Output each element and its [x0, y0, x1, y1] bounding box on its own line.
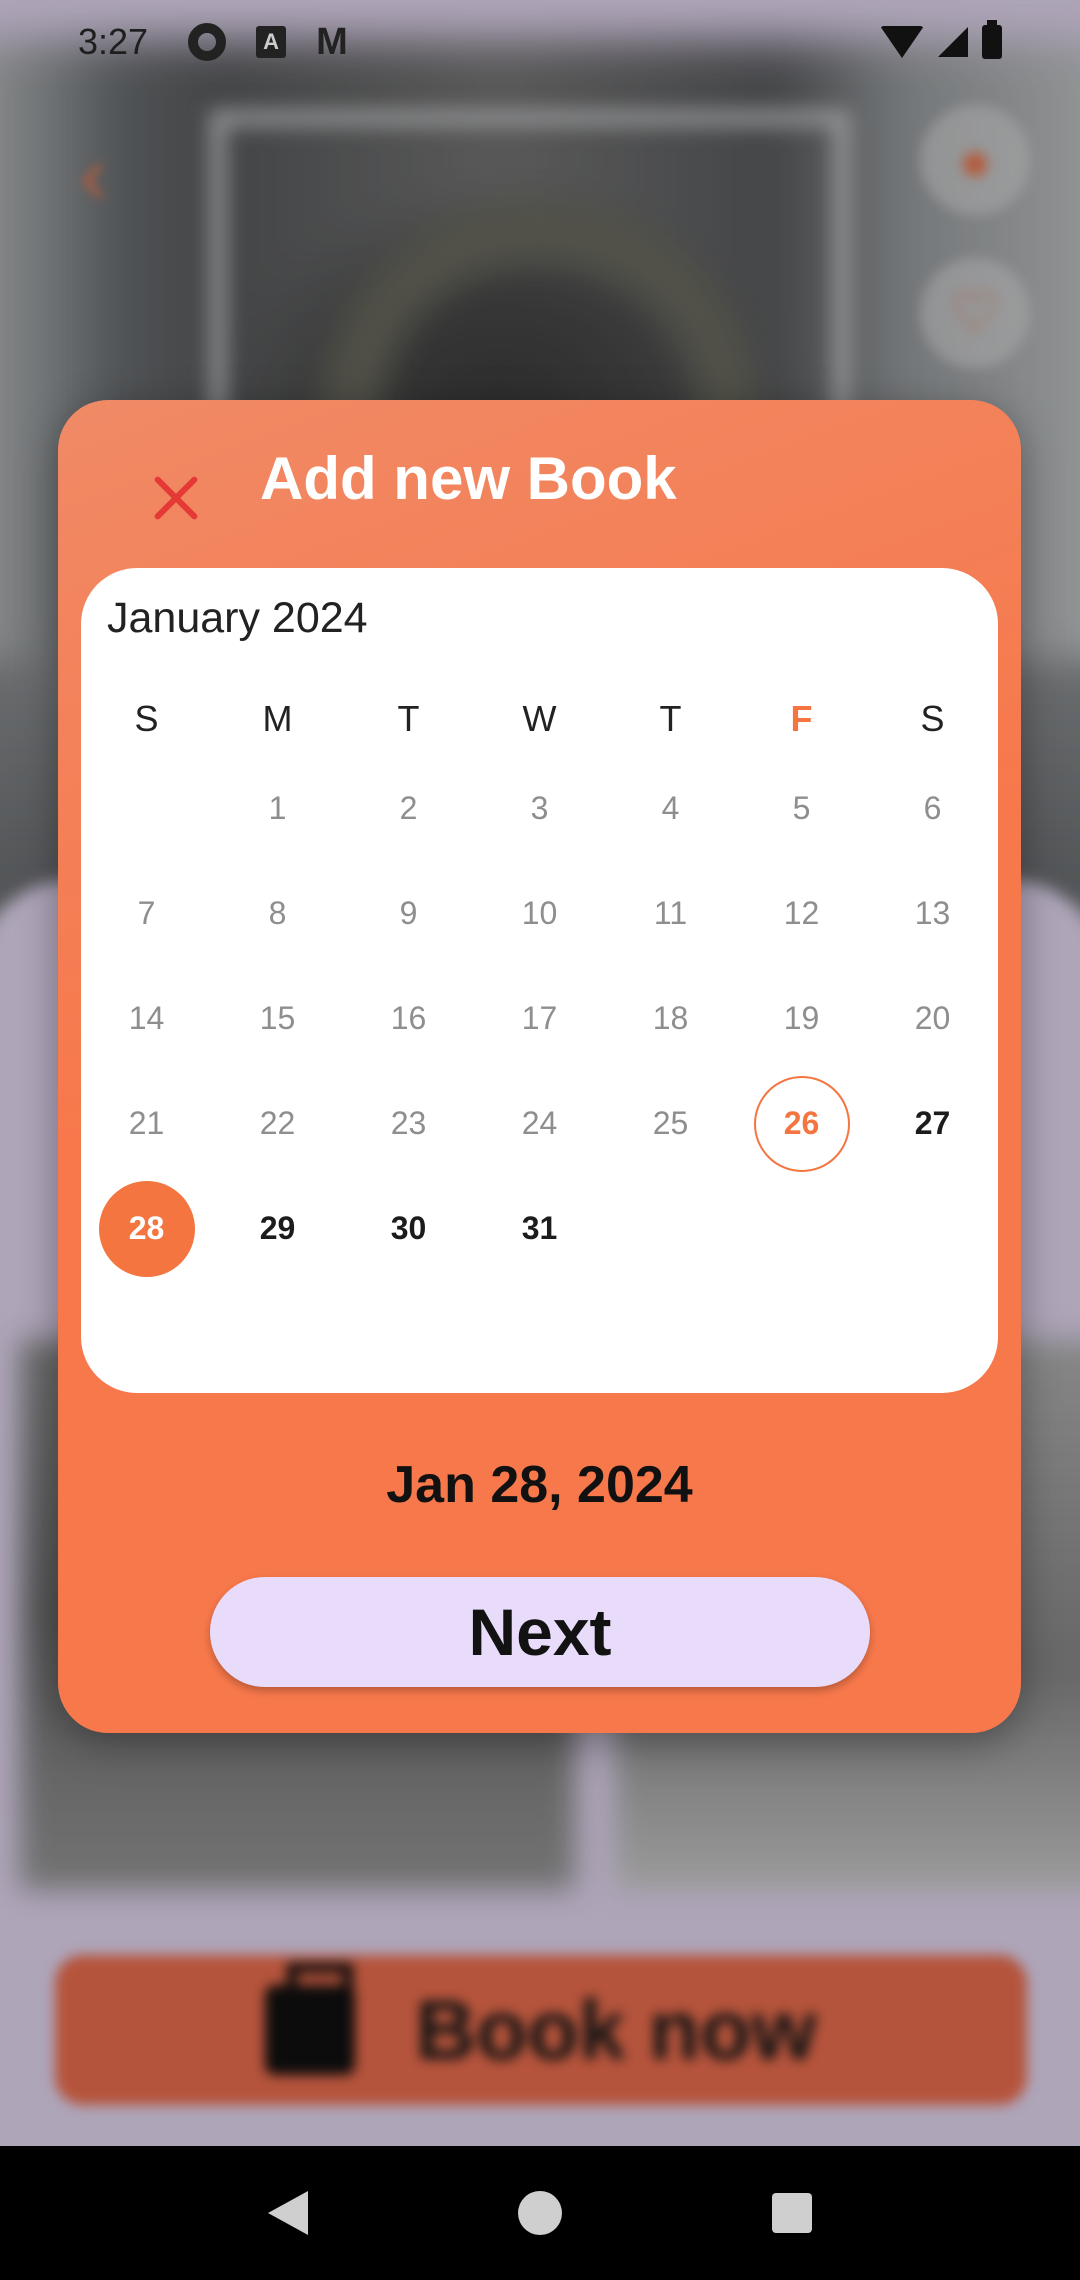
- calendar-day[interactable]: 21: [81, 1071, 212, 1176]
- calendar-week-row: 28 29 30 31: [81, 1176, 998, 1281]
- weekday-label: S: [134, 698, 159, 739]
- calendar-day-number: 21: [128, 1105, 165, 1141]
- weekday-label: W: [522, 698, 557, 739]
- nav-recents-icon[interactable]: [772, 2193, 812, 2233]
- calendar-day-number: 9: [399, 895, 418, 931]
- day-grid: 1 2 3 4 5 6 7 8 9 10 11 12 13 14 15 16 17 18 19 20 21 22 23 24 2…: [81, 756, 998, 1281]
- weekday-label: M: [262, 698, 293, 739]
- calendar-day-number: 13: [914, 895, 951, 931]
- calendar-day[interactable]: 20: [867, 966, 998, 1071]
- calendar-day[interactable]: 26: [736, 1071, 867, 1176]
- selected-date-label: Jan 28, 2024: [386, 1456, 693, 1514]
- calendar-day[interactable]: 16: [343, 966, 474, 1071]
- calendar-day-number: 20: [914, 1000, 951, 1036]
- calendar-day[interactable]: 5: [736, 756, 867, 861]
- calendar-day[interactable]: 25: [605, 1071, 736, 1176]
- calendar-day-selected[interactable]: 28: [81, 1176, 212, 1281]
- calendar-day-number: 30: [390, 1210, 427, 1246]
- calendar-day-number: 5: [792, 790, 811, 826]
- calendar-day[interactable]: 19: [736, 966, 867, 1071]
- calendar-day-number: 27: [914, 1105, 951, 1141]
- calendar: January 2024 SMTWTFS 1 2 3 4 5 6 7 8 9 10 11 12 13 14…: [81, 568, 998, 1393]
- nav-home-icon[interactable]: [518, 2191, 562, 2235]
- close-icon[interactable]: [128, 450, 224, 546]
- calendar-day-number: 19: [783, 1000, 820, 1036]
- calendar-day[interactable]: 30: [343, 1176, 474, 1281]
- calendar-week-row: 14 15 16 17 18 19 20: [81, 966, 998, 1071]
- calendar-day[interactable]: 10: [474, 861, 605, 966]
- status-time: 3:27: [78, 21, 149, 62]
- calendar-day[interactable]: 7: [81, 861, 212, 966]
- calendar-day[interactable]: 8: [212, 861, 343, 966]
- calendar-week-row: 7 8 9 10 11 12 13: [81, 861, 998, 966]
- calendar-day[interactable]: 13: [867, 861, 998, 966]
- calendar-day[interactable]: 14: [81, 966, 212, 1071]
- calendar-day[interactable]: 12: [736, 861, 867, 966]
- calendar-day[interactable]: 18: [605, 966, 736, 1071]
- calendar-day-number: 8: [268, 895, 287, 931]
- calendar-day-number: 25: [652, 1105, 689, 1141]
- calendar-day[interactable]: 11: [605, 861, 736, 966]
- calendar-day-number: 11: [653, 895, 688, 931]
- calendar-day[interactable]: 15: [212, 966, 343, 1071]
- calendar-day[interactable]: 29: [212, 1176, 343, 1281]
- calendar-day[interactable]: 27: [867, 1071, 998, 1176]
- nav-back-icon[interactable]: [268, 2191, 308, 2235]
- gear-icon: [188, 23, 227, 61]
- add-book-dialog: Add new Book January 2024 SMTWTFS 123456…: [58, 400, 1021, 1733]
- calendar-day-number: 10: [521, 895, 558, 931]
- calendar-day-number: 16: [390, 1000, 427, 1036]
- calendar-day-number: 23: [390, 1105, 427, 1141]
- weekday-label: T: [397, 698, 420, 739]
- calendar-day[interactable]: 3: [474, 756, 605, 861]
- calendar-day-number: 12: [783, 895, 820, 931]
- calendar-day[interactable]: 31: [474, 1176, 605, 1281]
- calendar-day[interactable]: 9: [343, 861, 474, 966]
- calendar-day-number: 29: [259, 1210, 296, 1246]
- status-bar: 3:27 A M: [0, 0, 1080, 84]
- calendar-day-number: 15: [259, 1000, 296, 1036]
- calendar-day[interactable]: 2: [343, 756, 474, 861]
- calendar-day-number: 18: [652, 1000, 689, 1036]
- navigation-bar: [0, 2146, 1080, 2280]
- calendar-day-number: 6: [923, 790, 942, 826]
- calendar-day-number: 2: [399, 790, 418, 826]
- battery-icon: [982, 20, 1002, 59]
- calendar-day-number: 31: [521, 1210, 558, 1246]
- calendar-day-number: 3: [530, 790, 549, 826]
- calendar-empty-cell: [605, 1176, 736, 1281]
- calendar-day-number: 17: [521, 1000, 558, 1036]
- calendar-month-label: January 2024: [107, 594, 368, 642]
- calendar-day-number: 4: [661, 790, 680, 826]
- weekday-header: SMTWTFS: [81, 698, 998, 758]
- calendar-day-number: 7: [137, 895, 156, 931]
- calendar-week-row: 21 22 23 24 25 26 27: [81, 1071, 998, 1176]
- calendar-empty-cell: [81, 756, 212, 861]
- calendar-week-row: 1 2 3 4 5 6: [81, 756, 998, 861]
- calendar-empty-cell: [867, 1176, 998, 1281]
- calendar-empty-cell: [736, 1176, 867, 1281]
- a-icon: A: [256, 26, 287, 58]
- calendar-day-number: 28: [98, 1180, 195, 1277]
- weekday-label: S: [920, 698, 945, 739]
- calendar-day-number: 14: [128, 1000, 165, 1036]
- gmail-icon: M: [316, 20, 348, 63]
- calendar-day[interactable]: 22: [212, 1071, 343, 1176]
- calendar-day-number: 22: [259, 1105, 296, 1141]
- wifi-icon: [880, 26, 924, 58]
- dialog-title: Add new Book: [260, 445, 677, 512]
- calendar-day-number: 26: [753, 1075, 850, 1172]
- calendar-day[interactable]: 4: [605, 756, 736, 861]
- weekday-label: F: [790, 698, 813, 739]
- calendar-day[interactable]: 23: [343, 1071, 474, 1176]
- calendar-day-number: 1: [268, 790, 287, 826]
- calendar-day[interactable]: 17: [474, 966, 605, 1071]
- calendar-day[interactable]: 24: [474, 1071, 605, 1176]
- next-button[interactable]: Next: [210, 1577, 870, 1687]
- weekday-label: T: [659, 698, 682, 739]
- calendar-day-number: 24: [521, 1105, 558, 1141]
- calendar-day[interactable]: 6: [867, 756, 998, 861]
- calendar-day[interactable]: 1: [212, 756, 343, 861]
- signal-icon: [938, 27, 968, 57]
